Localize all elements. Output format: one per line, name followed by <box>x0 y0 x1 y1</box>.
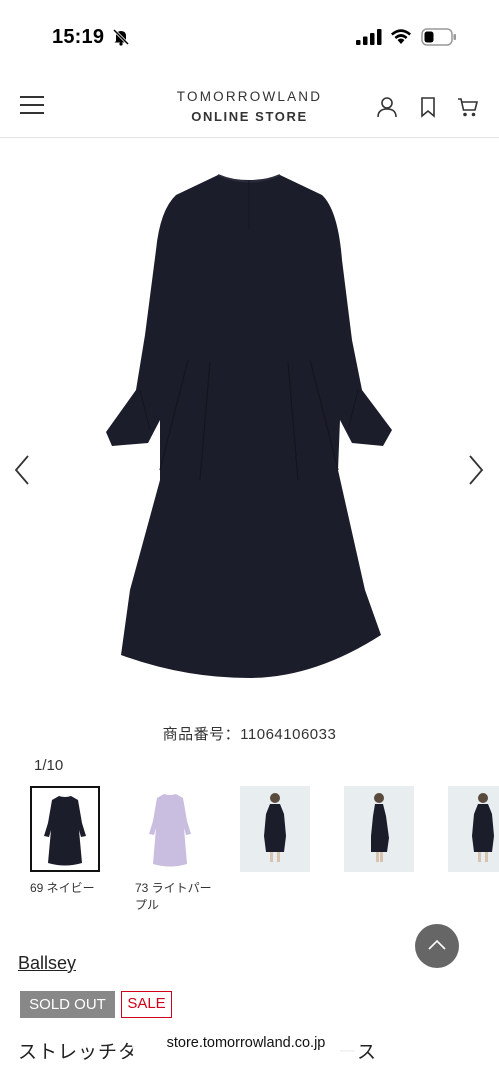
cart-icon[interactable] <box>457 96 479 118</box>
thumbnail-image <box>44 796 86 866</box>
bell-off-icon <box>112 28 130 46</box>
wifi-icon <box>391 29 411 44</box>
next-image-arrow-icon[interactable] <box>462 450 490 490</box>
thumbnail-image <box>264 793 286 862</box>
status-bar: 15:19 <box>0 0 499 72</box>
product-number: 商品番号：11064106033 <box>162 726 337 743</box>
browser-url-bar[interactable]: store.tomorrowland.co.jp <box>132 1030 360 1060</box>
thumbnail-color-navy[interactable]: 69 ネイビー <box>30 786 102 897</box>
product-image-gallery[interactable] <box>0 150 499 710</box>
brand-link[interactable]: Ballsey <box>18 953 76 974</box>
status-time: 15:19 <box>52 26 105 48</box>
product-main-image[interactable] <box>0 150 499 710</box>
thumbnail-image <box>149 794 191 867</box>
site-header: TOMORROWLAND ONLINE STORE <box>0 72 499 138</box>
sale-badge: SALE <box>121 991 172 1018</box>
thumbnail-image <box>472 793 494 862</box>
sold-out-badge: SOLD OUT <box>20 991 115 1018</box>
image-page-counter: 1/10 <box>34 757 64 774</box>
signal-icon <box>356 29 382 45</box>
bookmark-icon[interactable] <box>420 96 436 118</box>
thumbnail-label: 73 ライトパープル <box>135 881 212 912</box>
thumbnail-image <box>371 793 389 862</box>
thumbnail-model-front[interactable] <box>240 786 312 880</box>
thumbnail-label: 69 ネイビー <box>30 881 95 895</box>
thumbnail-model-back[interactable] <box>448 786 499 880</box>
previous-image-arrow-icon[interactable] <box>8 450 36 490</box>
user-icon[interactable] <box>376 96 398 118</box>
chevron-up-icon <box>428 939 446 950</box>
battery-icon <box>421 28 456 46</box>
thumbnail-strip: 69 ネイビー 73 ライトパープル <box>30 786 499 916</box>
scroll-to-top-button[interactable] <box>415 924 459 968</box>
thumbnail-color-light-purple[interactable]: 73 ライトパープル <box>135 786 212 914</box>
url-text: store.tomorrowland.co.jp <box>166 1035 326 1051</box>
thumbnail-model-side[interactable] <box>344 786 416 880</box>
